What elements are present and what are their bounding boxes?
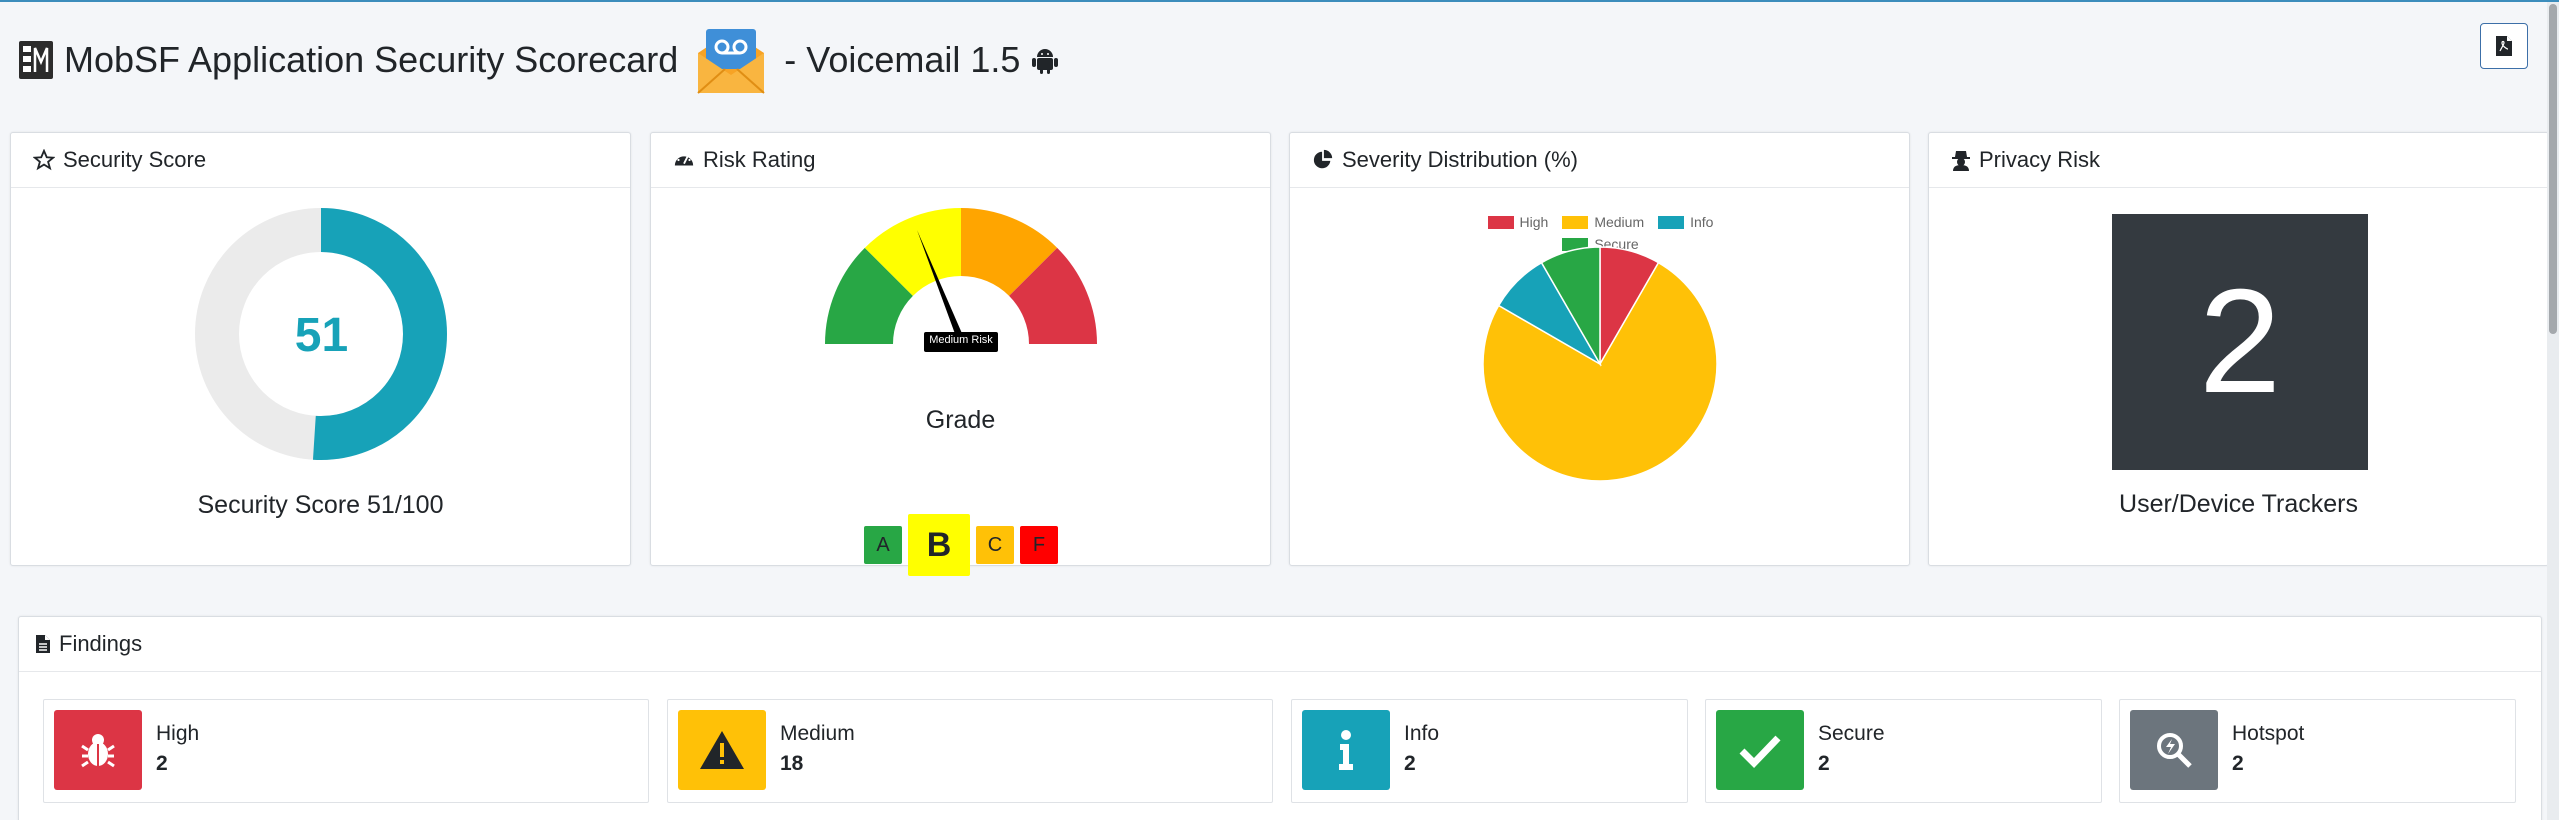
grade-f: F [1020,526,1058,564]
privacy-risk-card: Privacy Risk 2 User/Device Trackers [1928,132,2549,566]
finding-count: 2 [156,752,168,775]
finding-label: Info [1404,722,1440,745]
card-title: Security Score [63,147,207,172]
file-icon [36,635,50,653]
app-name-version: - Voicemail 1.5 [784,39,1021,80]
warning-icon [678,710,766,790]
page-title: MobSF Application Security Scorecard [64,39,679,80]
download-pdf-button[interactable] [2480,23,2528,69]
card-header: Findings [19,617,2541,672]
pdf-file-icon [2496,36,2512,56]
score-value: 51 [294,309,349,362]
check-icon [1716,710,1804,790]
risk-needle-label: Medium Risk [929,334,993,346]
android-icon [1032,49,1059,74]
user-secret-icon [1952,151,1970,171]
info-icon [1302,710,1390,790]
card-header: Risk Rating [651,133,1270,188]
finding-hotspot[interactable]: Hotspot 2 [2119,699,2516,803]
finding-label: Medium [780,722,855,745]
card-title: Privacy Risk [1979,147,2101,172]
finding-info[interactable]: Info 2 [1291,699,1688,803]
star-icon [33,149,55,171]
finding-label: Hotspot [2232,722,2305,745]
finding-count: 18 [780,752,804,775]
page-header: MobSF Application Security Scorecard - V… [18,29,1060,94]
score-caption: Security Score 51/100 [197,491,444,519]
finding-count: 2 [1818,752,1830,775]
gauge-icon [674,153,694,166]
security-score-card: Security Score 51 Security Score 51/100 [10,132,631,566]
grade-label: Grade [925,406,996,434]
severity-distribution-card: Severity Distribution (%) High Medium In… [1289,132,1910,566]
mobsf-logo-icon [19,41,53,79]
grade-a: A [864,526,902,564]
finding-high[interactable]: High 2 [43,699,649,803]
page-scrollbar[interactable] [2547,2,2559,820]
search-hotspot-icon [2130,710,2218,790]
finding-secure[interactable]: Secure 2 [1705,699,2102,803]
tracker-caption: User/Device Trackers [2119,490,2358,518]
card-title: Severity Distribution (%) [1342,147,1578,172]
card-header: Severity Distribution (%) [1290,133,1909,188]
grade-c: C [976,526,1014,564]
severity-pie-chart [1482,246,1718,482]
findings-card: Findings High 2 Medium 18 Info 2 Secure … [18,616,2542,820]
card-header: Security Score [11,133,630,188]
risk-rating-card: Risk Rating Medium Risk Grade A B C F [650,132,1271,576]
scrollbar-thumb[interactable] [2549,4,2557,334]
finding-count: 2 [1404,752,1416,775]
finding-label: High [156,722,200,745]
card-title: Findings [59,631,143,656]
grade-scale: A B C F [864,514,1064,576]
pie-chart-icon [1313,149,1333,169]
voicemail-app-icon [697,29,765,94]
risk-gauge [825,208,1097,352]
card-header: Privacy Risk [1929,133,2548,188]
finding-medium[interactable]: Medium 18 [667,699,1273,803]
grade-b-current: B [908,514,970,576]
bug-icon [54,710,142,790]
card-title: Risk Rating [703,147,816,172]
tracker-count: 2 [2112,214,2368,470]
finding-count: 2 [2232,752,2244,775]
finding-label: Secure [1818,722,1885,745]
